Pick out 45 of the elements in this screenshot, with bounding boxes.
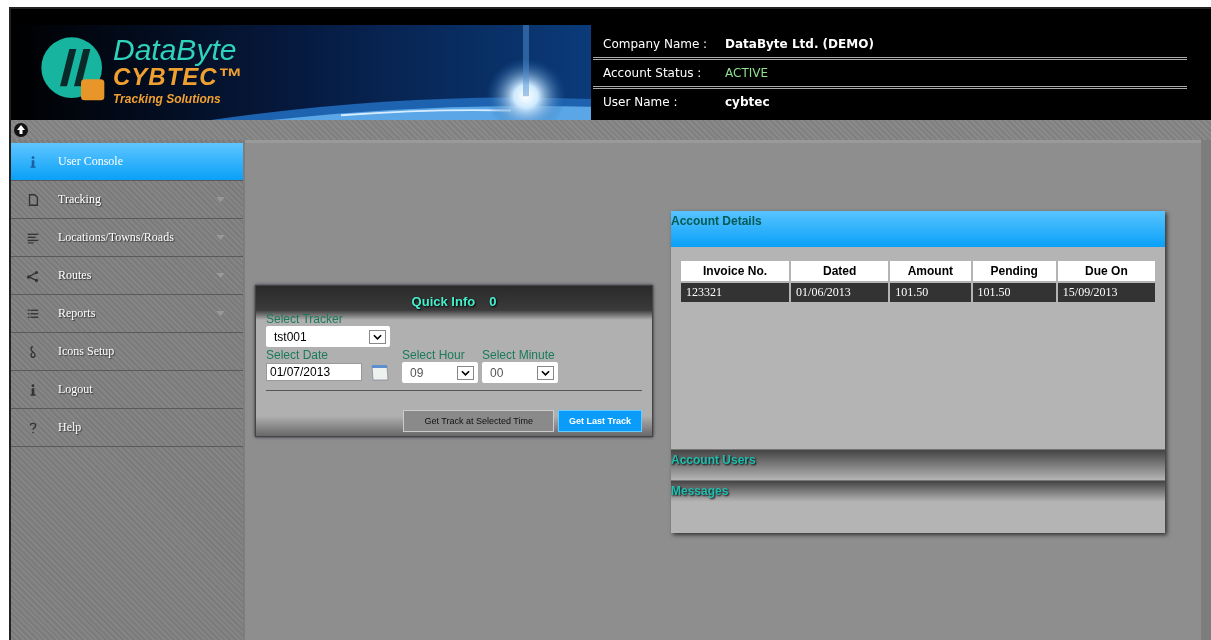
sidebar-item[interactable]: Routes xyxy=(11,257,243,295)
column-header: Pending xyxy=(971,260,1057,282)
logo-name: DataByte xyxy=(113,35,238,65)
section-title: Messages xyxy=(671,484,729,498)
info-label: Account Status : xyxy=(602,66,703,80)
column-header: Due On xyxy=(1056,260,1156,282)
field-label: Select Minute xyxy=(482,349,556,362)
count: 0 xyxy=(489,294,497,309)
column-header: Amount xyxy=(889,260,972,282)
column-header: Invoice No. xyxy=(680,260,791,282)
info-value: DataByte Ltd. (DEMO) xyxy=(725,37,874,51)
sidebar-item[interactable]: Help xyxy=(11,409,243,447)
sidebar-item[interactable]: Icons Setup xyxy=(11,333,243,371)
sidebar-item[interactable]: Locations/Towns/Roads xyxy=(11,219,243,257)
sidebar-item[interactable]: Tracking xyxy=(11,181,243,219)
menu-item-icon xyxy=(26,268,40,283)
field-label: Select Date xyxy=(266,349,330,362)
menu-item-icon xyxy=(26,192,40,207)
field-label: Select Hour xyxy=(402,349,466,362)
chevron-down-icon xyxy=(373,333,382,340)
hour-dropdown[interactable]: 09 xyxy=(402,362,478,383)
chevron-down-icon xyxy=(541,369,550,376)
panel-title: Quick Info xyxy=(411,294,476,309)
section-title: Account Users xyxy=(671,453,756,467)
sidebar-item[interactable]: Logout xyxy=(11,371,243,409)
up-arrow-icon[interactable] xyxy=(14,123,28,137)
action-button[interactable]: Get Track at Selected Time xyxy=(403,410,554,432)
table-cell: 123321 xyxy=(680,282,791,303)
column-header: Dated xyxy=(790,260,890,282)
info-value: cybtec xyxy=(725,95,770,109)
minute-dropdown[interactable]: 00 xyxy=(482,362,558,383)
info-label: User Name : xyxy=(602,95,679,109)
info-label: Company Name : xyxy=(602,37,709,51)
chevron-down-icon xyxy=(461,369,470,376)
action-button[interactable]: Get Last Track xyxy=(557,410,642,432)
field-label: Select Tracker xyxy=(266,313,344,326)
calendar-icon[interactable] xyxy=(370,362,390,382)
info-value: ACTIVE xyxy=(725,66,769,80)
logo-tagline: Tracking Solutions xyxy=(113,93,222,105)
date-field[interactable]: 01/07/2013 xyxy=(266,363,362,381)
sidebar-item[interactable]: User Console xyxy=(11,143,243,181)
tracker-dropdown[interactable]: tst001 xyxy=(266,326,390,347)
panel-title: Account Details xyxy=(671,214,762,228)
logo-product: CYBTEC™ xyxy=(113,65,243,89)
sidebar-item[interactable]: Reports xyxy=(11,295,243,333)
